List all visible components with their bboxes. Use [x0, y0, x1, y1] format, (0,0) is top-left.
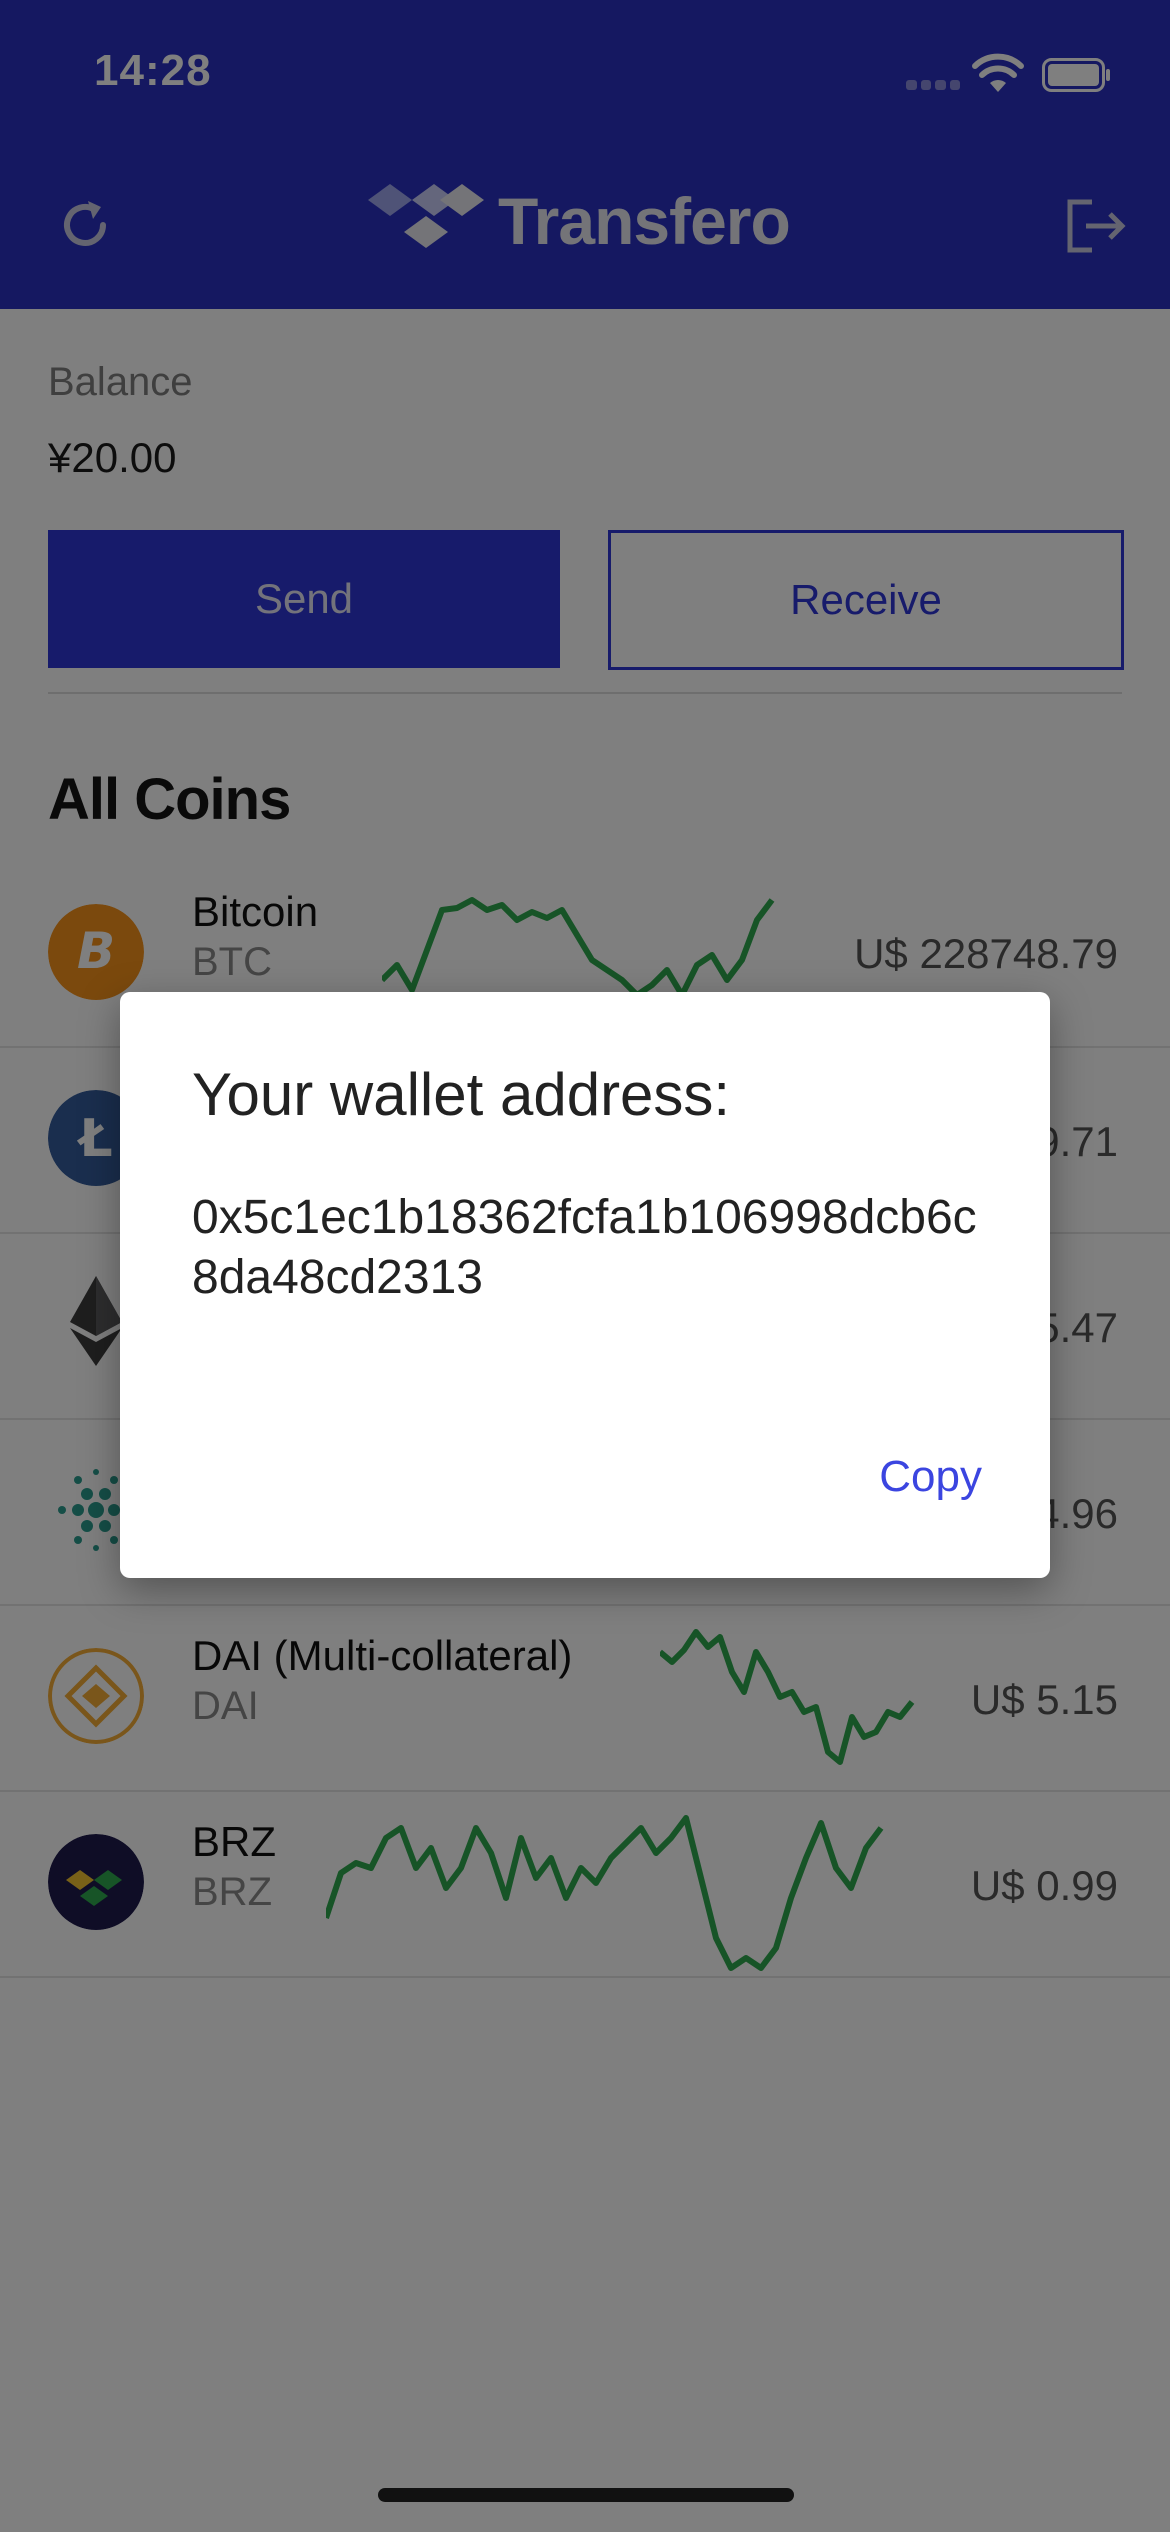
home-indicator[interactable]	[378, 2488, 794, 2502]
dialog-title: Your wallet address:	[192, 1061, 731, 1128]
copy-button[interactable]: Copy	[879, 1452, 982, 1502]
wallet-address: 0x5c1ec1b18362fcfa1b106998dcb6c8da48cd23…	[192, 1191, 977, 1304]
wallet-address-dialog: Your wallet address: 0x5c1ec1b18362fcfa1…	[120, 992, 1050, 1578]
